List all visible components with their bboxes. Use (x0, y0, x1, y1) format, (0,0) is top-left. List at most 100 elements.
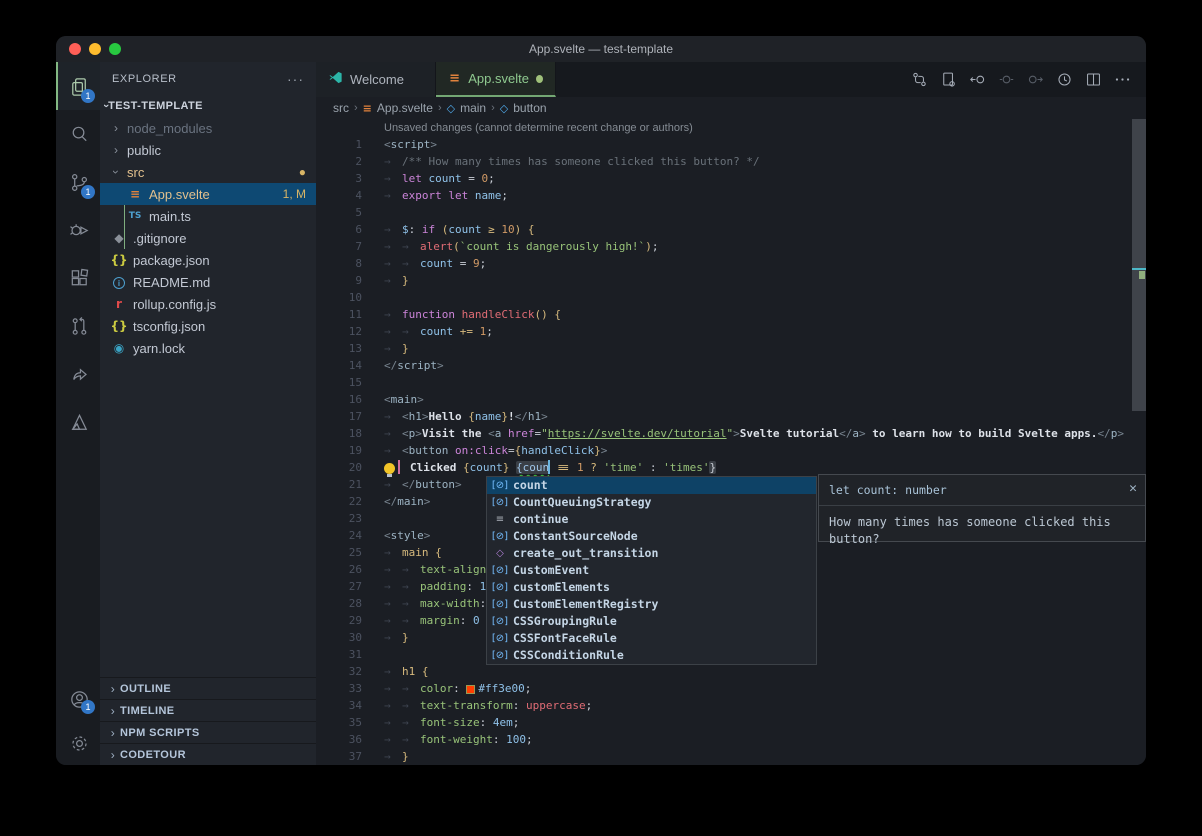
code-line-14[interactable]: 14</script> (316, 357, 1146, 374)
variable-symbol-icon: [⊘] (487, 477, 513, 494)
account-button[interactable]: 1 (56, 677, 100, 721)
suggestion-label: CustomElementRegistry (513, 596, 658, 613)
code-line-2[interactable]: 2→/** How many times has someone clicked… (316, 153, 1146, 170)
code-line-18[interactable]: 18→<p>Visit the <a href="https://svelte.… (316, 425, 1146, 442)
editor-toolbar (909, 62, 1146, 97)
file-history-icon[interactable] (1054, 70, 1074, 90)
code-line-15[interactable]: 15 (316, 374, 1146, 391)
more-actions-icon[interactable] (1112, 70, 1132, 90)
code-line-13[interactable]: 13→} (316, 340, 1146, 357)
suggestion-constantsourcenode[interactable]: [⊘]ConstantSourceNode (487, 528, 816, 545)
suggestion-cssconditionrule[interactable]: [⊘]CSSConditionRule (487, 647, 816, 664)
file-row--gitignore[interactable]: ◆.gitignore (100, 227, 316, 249)
file-row-main-ts[interactable]: TSmain.ts (100, 205, 316, 227)
code-line-3[interactable]: 3→let count = 0; (316, 170, 1146, 187)
color-swatch[interactable] (466, 685, 475, 694)
breadcrumb-file[interactable]: App.svelte (377, 101, 433, 115)
code-line-12[interactable]: 12→→count += 1; (316, 323, 1146, 340)
compare-changes-icon[interactable] (909, 70, 929, 90)
tree-root-test-template[interactable]: › TEST-TEMPLATE (100, 95, 316, 117)
tab-welcome[interactable]: Welcome (316, 62, 436, 97)
file-row-package-json[interactable]: {}package.json (100, 249, 316, 271)
activity-search[interactable] (56, 110, 100, 158)
activity-extensions[interactable] (56, 254, 100, 302)
code-line-10[interactable]: 10 (316, 289, 1146, 306)
scrollbar-slider[interactable] (1132, 119, 1146, 411)
code-line-9[interactable]: 9→} (316, 272, 1146, 289)
codelens-line[interactable]: Unsaved changes (cannot determine recent… (316, 119, 1146, 136)
code-line-6[interactable]: 6→$: if (count ≥ 10) { (316, 221, 1146, 238)
lightbulb-icon[interactable] (384, 463, 395, 474)
file-row-public[interactable]: ›public (100, 139, 316, 161)
chevron-right-icon: › (110, 143, 122, 157)
next-change-icon[interactable] (1025, 70, 1045, 90)
code-line-19[interactable]: 19→<button on:click={handleClick}> (316, 442, 1146, 459)
file-row-tsconfig-json[interactable]: {}tsconfig.json (100, 315, 316, 337)
settings-button[interactable] (56, 721, 100, 765)
section-npm-scripts[interactable]: ›NPM SCRIPTS (100, 721, 316, 743)
activity-azure[interactable] (56, 398, 100, 446)
change-marker-icon[interactable] (996, 70, 1016, 90)
code-line-35[interactable]: 35→→font-size: 4em; (316, 714, 1146, 731)
section-codetour[interactable]: ›CODETOUR (100, 743, 316, 765)
explorer-badge: 1 (81, 89, 95, 103)
activity-source-control[interactable]: 1 (56, 158, 100, 206)
section-outline[interactable]: ›OUTLINE (100, 677, 316, 699)
svelte-file-icon: ≡ (126, 187, 144, 201)
breadcrumb-button[interactable]: button (513, 101, 546, 115)
code-editor[interactable]: Unsaved changes (cannot determine recent… (316, 119, 1146, 765)
code-line-1[interactable]: 1<script> (316, 136, 1146, 153)
code-line-17[interactable]: 17→<h1>Hello {name}!</h1> (316, 408, 1146, 425)
suggestion-cssgroupingrule[interactable]: [⊘]CSSGroupingRule (487, 613, 816, 630)
suggestion-customelementregistry[interactable]: [⊘]CustomElementRegistry (487, 596, 816, 613)
activity-run-debug[interactable] (56, 206, 100, 254)
codelens-unsaved-changes[interactable]: Unsaved changes (cannot determine recent… (384, 122, 693, 134)
code-line-32[interactable]: 32→h1 { (316, 663, 1146, 680)
line-number: 7 (316, 238, 362, 255)
breadcrumb-main[interactable]: main (460, 101, 486, 115)
activity-live-share[interactable] (56, 350, 100, 398)
sidebar-more-actions[interactable]: ··· (287, 71, 304, 87)
close-icon[interactable]: ✕ (1129, 480, 1137, 497)
section-timeline[interactable]: ›TIMELINE (100, 699, 316, 721)
sidebar-title: EXPLORER (112, 73, 177, 85)
code-line-7[interactable]: 7→→alert(`count is dangerously high!`); (316, 238, 1146, 255)
activity-pull-requests[interactable] (56, 302, 100, 350)
file-row-readme-md[interactable]: iREADME.md (100, 271, 316, 293)
code-line-11[interactable]: 11→function handleClick() { (316, 306, 1146, 323)
code-line-33[interactable]: 33→→color: #ff3e00; (316, 680, 1146, 697)
code-line-36[interactable]: 36→→font-weight: 100; (316, 731, 1146, 748)
code-line-16[interactable]: 16<main> (316, 391, 1146, 408)
search-icon (68, 123, 91, 146)
code-line-4[interactable]: 4→export let name; (316, 187, 1146, 204)
editor-scrollbar[interactable] (1132, 119, 1146, 765)
svelte-file-icon: ≡ (448, 71, 461, 86)
suggestion-create_out_transition[interactable]: ◇create_out_transition (487, 545, 816, 562)
hover-signature: let count: number (819, 475, 1145, 506)
code-line-5[interactable]: 5 (316, 204, 1146, 221)
suggestion-customelements[interactable]: [⊘]customElements (487, 579, 816, 596)
code-line-37[interactable]: 37→} (316, 748, 1146, 765)
suggestion-cssfontfacerule[interactable]: [⊘]CSSFontFaceRule (487, 630, 816, 647)
chevron-right-icon: › (110, 121, 122, 135)
code-line-8[interactable]: 8→→count = 9; (316, 255, 1146, 272)
file-row-app-svelte[interactable]: ≡App.svelte1, M (100, 183, 316, 205)
tab-app-svelte[interactable]: ≡ App.svelte (436, 62, 556, 97)
file-row-rollup-config-js[interactable]: rrollup.config.js (100, 293, 316, 315)
previous-change-icon[interactable] (967, 70, 987, 90)
line-number: 30 (316, 629, 362, 646)
file-row-yarn-lock[interactable]: ◉yarn.lock (100, 337, 316, 359)
suggestion-customevent[interactable]: [⊘]CustomEvent (487, 562, 816, 579)
suggestion-continue[interactable]: ≡continue (487, 511, 816, 528)
suggestion-count[interactable]: [⊘]count (487, 477, 816, 494)
breadcrumb-src[interactable]: src (333, 101, 349, 115)
file-row-node-modules[interactable]: ›node_modules (100, 117, 316, 139)
line-number: 24 (316, 527, 362, 544)
chevron-right-icon: › (106, 704, 120, 718)
activity-explorer[interactable]: 1 (56, 62, 100, 110)
file-row-src[interactable]: ›src● (100, 161, 316, 183)
open-changes-icon[interactable] (938, 70, 958, 90)
suggestion-countqueuingstrategy[interactable]: [⊘]CountQueuingStrategy (487, 494, 816, 511)
code-line-34[interactable]: 34→→text-transform: uppercase; (316, 697, 1146, 714)
split-editor-icon[interactable] (1083, 70, 1103, 90)
